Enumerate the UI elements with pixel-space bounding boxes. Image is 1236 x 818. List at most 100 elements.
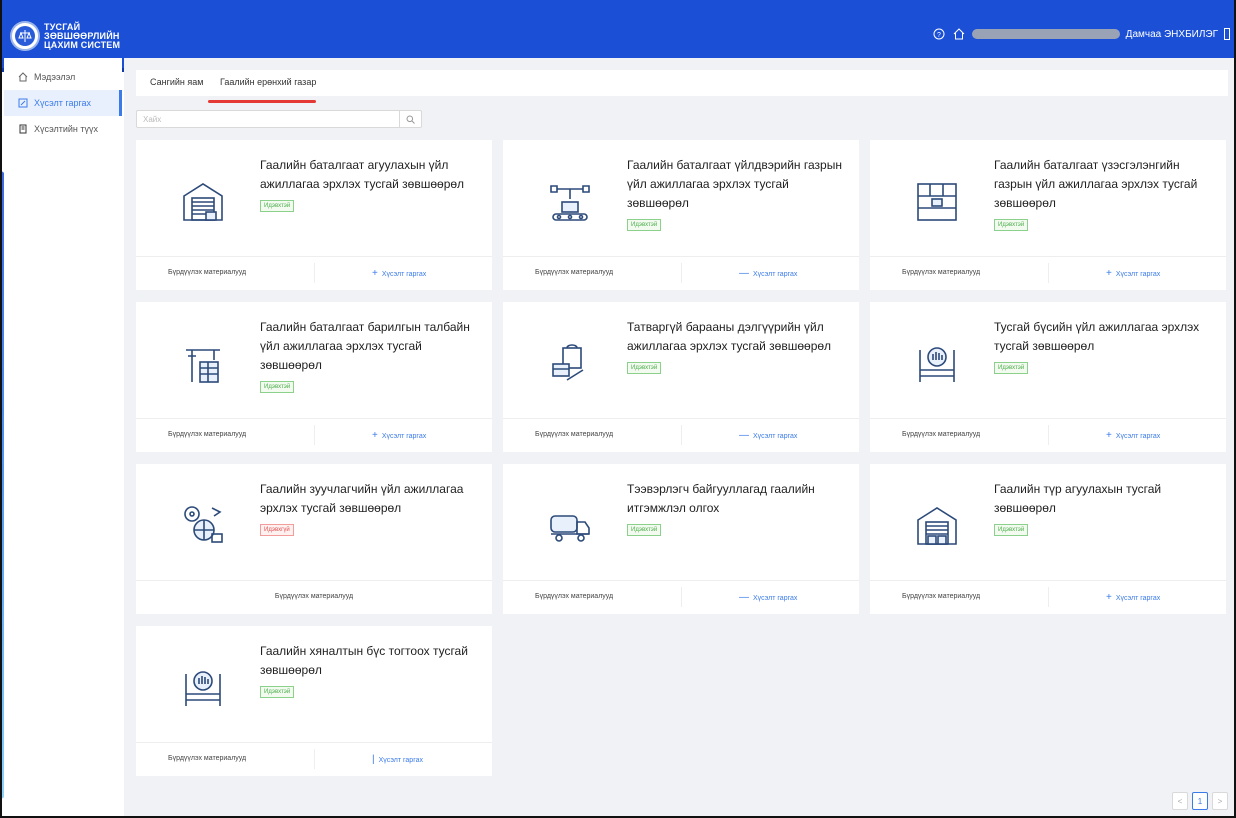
materials-link[interactable]: Бүрдүүлэх материалууд [902,269,980,276]
status-badge: Идэвхтэй [260,200,295,212]
header-actions: ? Дамчаа ЭНХБИЛЭГ [932,24,1230,44]
sidebar-item-info[interactable]: Мэдээлэл [4,64,122,90]
tab-bar: Сангийн яам Гаалийн ерөнхий газар [136,70,1228,96]
status-badge: Идэвхгүй [260,524,294,536]
submit-request-button[interactable]: — Хүсэлт гаргах [739,430,797,441]
card-title: Гаалийн зуучлагчийн үйл ажиллагаа эрхлэх… [260,480,486,537]
edit-icon [18,98,28,108]
card-title: Татваргүй барааны дэлгүүрийн үйл ажиллаг… [627,318,853,375]
card-footer: Бүрдүүлэх материалууд + Хүсэлт гаргах [136,418,492,452]
action-label: Хүсэлт гаргах [753,271,798,278]
materials-link[interactable]: Бүрдүүлэх материалууд [902,431,980,438]
card-title: Тусгай бүсийн үйл ажиллагаа эрхлэх тусга… [994,318,1220,375]
card-footer: Бүрдүүлэх материалууд — Хүсэлт гаргах [503,418,859,452]
app-window: ТУСГАЙ ЗӨВШӨӨРЛИЙН ЦАХИМ СИСТЕМ ? Дамчаа… [0,0,1236,818]
card-title: Гаалийн түр агуулахын тусгай зөвшөөрөл И… [994,480,1220,537]
footer-divider [1048,587,1049,607]
submit-request-button[interactable]: — Хүсэлт гаргах [739,592,797,603]
permit-card: Гаалийн баталгаат агуулахын үйл ажиллага… [136,140,492,290]
submit-request-button[interactable]: + Хүсэлт гаргах [372,268,426,279]
submit-request-button[interactable]: — Хүсэлт гаргах [739,268,797,279]
card-title: Гаалийн баталгаат барилгын талбайн үйл а… [260,318,486,394]
footer-divider [1048,263,1049,283]
user-name[interactable]: Дамчаа ЭНХБИЛЭГ [1126,29,1218,40]
action-label: Хүсэлт гаргах [753,433,798,440]
barrier-hand-icon [914,340,960,386]
home-icon[interactable] [952,27,966,41]
permit-card: Татваргүй барааны дэлгүүрийн үйл ажиллаг… [503,302,859,452]
logistics-globe-icon [180,502,226,548]
sidebar-item-label: Мэдээлэл [34,72,76,82]
next-page-button[interactable]: > [1212,792,1228,810]
submit-request-button[interactable]: + Хүсэлт гаргах [1106,592,1160,603]
shopping-bag-icon [547,340,593,386]
page-button-current[interactable]: 1 [1192,792,1208,810]
tab-ministry-of-finance[interactable]: Сангийн яам [150,77,203,87]
card-title-text: Татваргүй барааны дэлгүүрийн үйл ажиллаг… [627,320,832,353]
submit-request-button[interactable]: + Хүсэлт гаргах [1106,268,1160,279]
sidebar-item-request[interactable]: Хүсэлт гаргах [4,90,122,116]
card-footer: Бүрдүүлэх материалууд + Хүсэлт гаргах [870,580,1226,614]
footer-divider [681,587,682,607]
submit-request-button[interactable]: | Хүсэлт гаргах [372,754,423,765]
status-badge: Идэвхтэй [994,524,1029,536]
card-title: Гаалийн баталгаат агуулахын үйл ажиллага… [260,156,486,213]
permit-card: Гаалийн баталгаат үзэсгэлэнгийн газрын ү… [870,140,1226,290]
tanker-truck-icon [547,502,593,548]
card-title-text: Тээвэрлэгч байгууллагад гаалийн итгэмжлэ… [627,482,815,515]
warehouse-icon [180,178,226,224]
svg-text:?: ? [937,32,941,39]
footer-divider [314,425,315,445]
help-icon[interactable]: ? [932,27,946,41]
app-logo[interactable]: ТУСГАЙ ЗӨВШӨӨРЛИЙН ЦАХИМ СИСТЕМ [10,12,122,60]
card-title: Гаалийн баталгаат үйлдвэрийн газрын үйл … [627,156,853,232]
action-label: Хүсэлт гаргах [1115,595,1161,602]
materials-link[interactable]: Бүрдүүлэх материалууд [902,593,980,600]
card-title-text: Гаалийн хяналтын бүс тогтоох тусгай зөвш… [260,644,468,677]
card-title: Гаалийн баталгаат үзэсгэлэнгийн газрын ү… [994,156,1220,232]
action-label: Хүсэлт гаргах [753,595,798,602]
action-label: Хүсэлт гаргах [381,433,427,440]
materials-link[interactable]: Бүрдүүлэх материалууд [535,593,613,600]
card-footer: Бүрдүүлэх материалууд + Хүсэлт гаргах [870,418,1226,452]
materials-link[interactable]: Бүрдүүлэх материалууд [168,431,246,438]
pagination: < 1 > [1168,792,1228,810]
history-icon [18,124,28,134]
card-title: Тээвэрлэгч байгууллагад гаалийн итгэмжлэ… [627,480,853,537]
permit-card: Гаалийн зуучлагчийн үйл ажиллагаа эрхлэх… [136,464,492,614]
card-title-text: Гаалийн баталгаат агуулахын үйл ажиллага… [260,158,465,191]
submit-request-button[interactable]: + Хүсэлт гаргах [1106,430,1160,441]
card-footer: Бүрдүүлэх материалууд + Хүсэлт гаргах [136,256,492,290]
plus-icon: + [372,430,378,441]
search-input[interactable] [137,111,399,127]
status-badge: Идэвхтэй [994,362,1029,374]
minus-icon: — [739,592,749,603]
materials-link[interactable]: Бүрдүүлэх материалууд [168,755,246,762]
card-title-text: Гаалийн баталгаат үйлдвэрийн газрын үйл … [627,158,842,210]
warehouse-icon [914,502,960,548]
permit-card: Тээвэрлэгч байгууллагад гаалийн итгэмжлэ… [503,464,859,614]
card-footer: Бүрдүүлэх материалууд + Хүсэлт гаргах [870,256,1226,290]
status-badge: Идэвхтэй [627,524,662,536]
sidebar-item-history[interactable]: Хүсэлтийн түүх [4,116,122,142]
permit-card: Гаалийн баталгаат үйлдвэрийн газрын үйл … [503,140,859,290]
card-footer: Бүрдүүлэх материалууд [136,580,492,614]
prev-page-button[interactable]: < [1172,792,1188,810]
materials-link[interactable]: Бүрдүүлэх материалууд [136,593,492,600]
card-title-text: Гаалийн баталгаат үзэсгэлэнгийн газрын ү… [994,158,1198,210]
card-footer: Бүрдүүлэх материалууд — Хүсэлт гаргах [503,580,859,614]
plus-icon: + [1106,592,1112,603]
tab-customs-general-administration[interactable]: Гаалийн ерөнхий газар [220,77,316,87]
materials-link[interactable]: Бүрдүүлэх материалууд [535,431,613,438]
search-icon[interactable] [399,111,421,127]
factory-conveyor-icon [547,178,593,224]
submit-request-button[interactable]: + Хүсэлт гаргах [372,430,426,441]
materials-link[interactable]: Бүрдүүлэх материалууд [168,269,246,276]
materials-link[interactable]: Бүрдүүлэх материалууд [535,269,613,276]
redacted-field [971,29,1120,39]
sidebar-item-label: Хүсэлт гаргах [34,98,92,108]
card-title-text: Гаалийн түр агуулахын тусгай зөвшөөрөл [994,482,1162,515]
action-label: Хүсэлт гаргах [1115,433,1161,440]
logout-icon[interactable] [1224,28,1230,40]
status-badge: Идэвхтэй [260,381,295,393]
